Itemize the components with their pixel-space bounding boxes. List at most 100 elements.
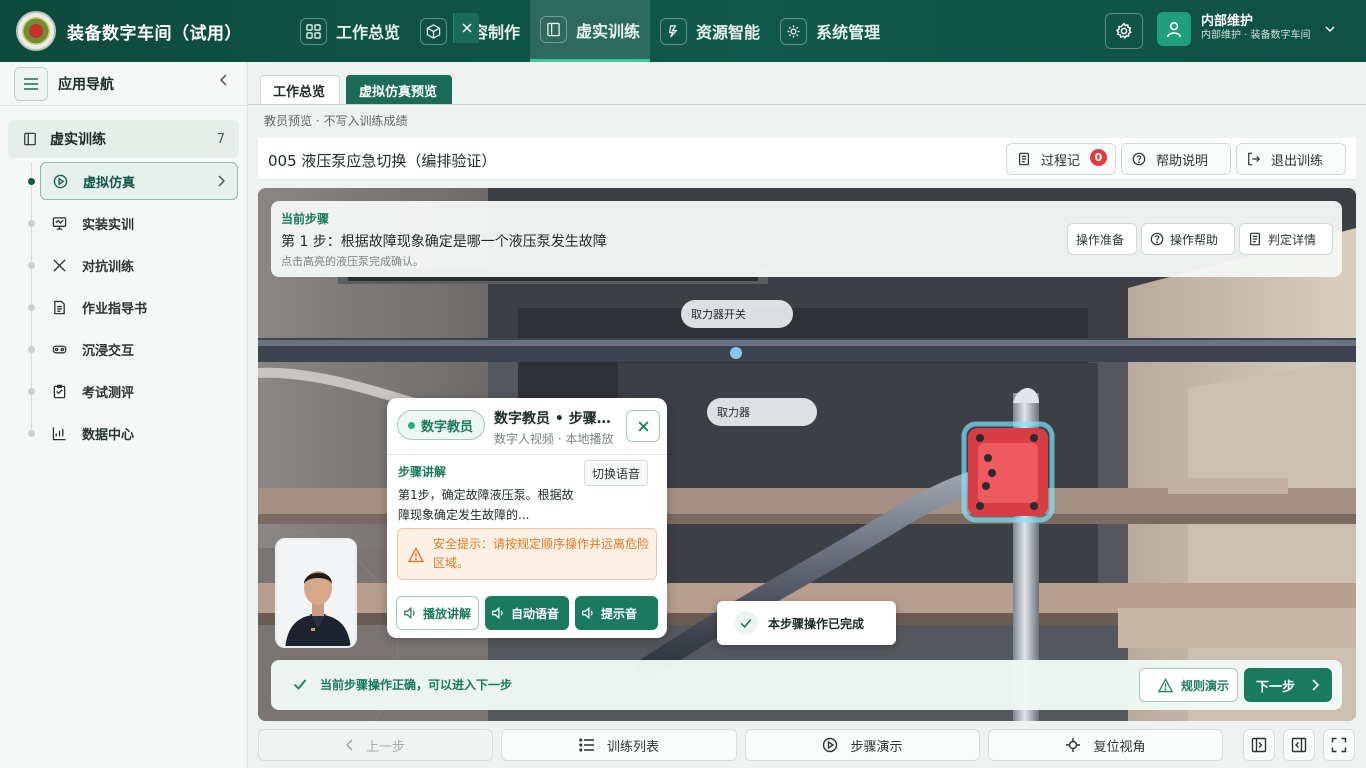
operation-help-button[interactable]: 操作帮助 [1141, 223, 1235, 255]
nav-item-system[interactable]: 系统管理 [770, 0, 890, 62]
nav-item-training[interactable]: 虚实训练 [530, 0, 651, 62]
tree-dot [28, 304, 35, 311]
close-icon [461, 23, 472, 33]
exit-training-button[interactable]: 退出训练 [1236, 143, 1346, 175]
sidebar-item-real-training[interactable]: 实装实训 [40, 204, 238, 242]
sidebar-item-label: 虚拟仿真 [83, 175, 136, 191]
tab-bar: 工作总览 虚拟仿真预览 [248, 62, 1366, 106]
button-label: 切换语音 [592, 466, 641, 481]
toggle-left-panel-button[interactable] [1243, 729, 1275, 761]
sidebar-group-count: 7 [216, 131, 225, 147]
lightning-icon [660, 17, 688, 45]
preview-note: 教员预览 · 不写入训练成绩 [264, 114, 408, 128]
user-menu[interactable]: 内部维护 内部维护 · 装备数字车间 [1157, 12, 1335, 46]
user-name: 内部维护 [1201, 14, 1254, 29]
check-icon [734, 611, 758, 635]
user-icon [1157, 12, 1191, 46]
tab-divider [248, 104, 1366, 105]
toast-text: 本步骤操作已完成 [768, 616, 865, 631]
swords-icon [52, 258, 68, 273]
digital-tutor-panel: 数字教员 数字教员 • 步骤讲解 数字人视频 · 本地播放 步骤讲解 切换语音 … [387, 398, 667, 638]
safety-warning: 安全提示：请按规定顺序操作并远离危险区域。 [397, 528, 657, 580]
process-log-button[interactable]: 过程记 0 [1006, 143, 1116, 175]
log-count-badge: 0 [1090, 149, 1107, 166]
settings-button[interactable] [1105, 13, 1143, 49]
close-icon [637, 420, 649, 432]
rule-demo-button[interactable]: 规则演示 [1139, 668, 1238, 702]
online-dot-icon [408, 421, 415, 429]
app-logo [16, 11, 56, 51]
button-label: 播放讲解 [423, 606, 472, 621]
sidebar-item-immersive[interactable]: 沉浸交互 [40, 330, 238, 368]
button-label: 退出训练 [1271, 153, 1324, 169]
vr-headset-icon [52, 342, 68, 357]
play-explanation-button[interactable]: 播放讲解 [396, 596, 479, 630]
help-button[interactable]: 帮助说明 [1121, 143, 1231, 175]
gear-icon [780, 17, 808, 45]
judge-details-button[interactable]: 判定详情 [1239, 223, 1333, 255]
hamburger-icon [24, 77, 38, 90]
sidebar-item-confrontation[interactable]: 对抗训练 [40, 246, 238, 284]
auto-voice-button[interactable]: 自动语音 [485, 596, 569, 630]
prompt-tone-button[interactable]: 提示音 [575, 596, 658, 630]
button-label: 下一步 [1256, 679, 1296, 695]
monitor-icon [52, 216, 68, 231]
step-heading: 当前步骤 [281, 212, 330, 226]
nav-item-overview[interactable]: 工作总览 [290, 0, 410, 62]
cube-icon [420, 17, 448, 45]
training-title-bar: 005 液压泵应急切换（编排验证） 过程记 0 帮助说明 退出训练 [258, 138, 1356, 180]
scene-label-pto-switch[interactable]: 取力器开关 [681, 300, 793, 328]
tab-overview[interactable]: 工作总览 [260, 75, 340, 105]
sidebar-item-virtual-sim[interactable]: 虚拟仿真 [40, 162, 238, 200]
fullscreen-button[interactable] [1323, 729, 1355, 761]
sidebar-item-label: 数据中心 [82, 427, 135, 443]
training-list-button[interactable]: 训练列表 [501, 729, 737, 761]
speaker-icon [581, 606, 595, 620]
sidebar-item-label: 作业指导书 [82, 301, 148, 317]
button-label: 步骤演示 [850, 739, 903, 755]
nav-item-resources[interactable]: 资源智能 [650, 0, 770, 62]
sidebar-group-training[interactable]: 虚实训练 7 [8, 120, 239, 158]
document-icon [1017, 152, 1031, 166]
sidebar-item-work-guide[interactable]: 作业指导书 [40, 288, 238, 326]
menu-toggle-button[interactable] [14, 66, 48, 101]
chevron-right-icon [218, 175, 225, 187]
close-tab-button[interactable] [453, 13, 479, 43]
fullscreen-icon [1331, 737, 1347, 753]
scene-label-pto[interactable]: 取力器 [707, 398, 817, 426]
switch-voice-button[interactable]: 切换语音 [584, 460, 649, 486]
tree-dot [28, 178, 35, 185]
simulation-viewport[interactable]: 当前步骤 第 1 步：根据故障现象确定是哪一个液压泵发生故障 点击高亮的液压泵完… [258, 188, 1356, 721]
badge-label: 数字教员 [421, 419, 474, 435]
top-header: 装备数字车间（试用） 工作总览 内容制作 虚实训练 资源智能 系统管理 内部维护… [0, 0, 1366, 62]
close-tutor-button[interactable] [626, 410, 660, 442]
warning-icon [1158, 677, 1173, 692]
collapse-sidebar-icon[interactable] [219, 74, 229, 86]
play-circle-icon [53, 174, 69, 189]
reset-view-button[interactable]: 复位视角 [988, 729, 1223, 761]
next-step-button[interactable]: 下一步 [1244, 668, 1332, 702]
panel-left-icon [1251, 737, 1267, 753]
sidebar-item-label: 考试测评 [82, 385, 135, 401]
button-label: 提示音 [601, 606, 638, 621]
tab-virtual-preview[interactable]: 虚拟仿真预览 [346, 75, 452, 105]
training-title: 005 液压泵应急切换（编排验证） [268, 152, 497, 170]
book-icon [540, 16, 568, 43]
user-subtitle: 内部维护 · 装备数字车间 [1201, 30, 1311, 41]
chevron-down-icon [1325, 26, 1335, 33]
button-label: 操作帮助 [1170, 232, 1219, 247]
app-title: 装备数字车间（试用） [67, 24, 242, 44]
operation-prepare-button[interactable]: 操作准备 [1067, 223, 1137, 255]
clipboard-icon [52, 384, 68, 399]
previous-step-button[interactable]: 上一步 [258, 729, 493, 761]
digital-tutor-avatar[interactable] [275, 538, 357, 648]
button-label: 操作准备 [1076, 232, 1125, 247]
nav-label: 工作总览 [336, 23, 401, 42]
sidebar-item-data-center[interactable]: 数据中心 [40, 414, 238, 452]
tree-dot [28, 262, 35, 269]
toggle-right-panel-button[interactable] [1283, 729, 1315, 761]
step-demo-button[interactable]: 步骤演示 [745, 729, 980, 761]
speaker-icon [403, 606, 417, 620]
sidebar-item-exam[interactable]: 考试测评 [40, 372, 238, 410]
scene-label-text: 取力器 [717, 406, 750, 419]
